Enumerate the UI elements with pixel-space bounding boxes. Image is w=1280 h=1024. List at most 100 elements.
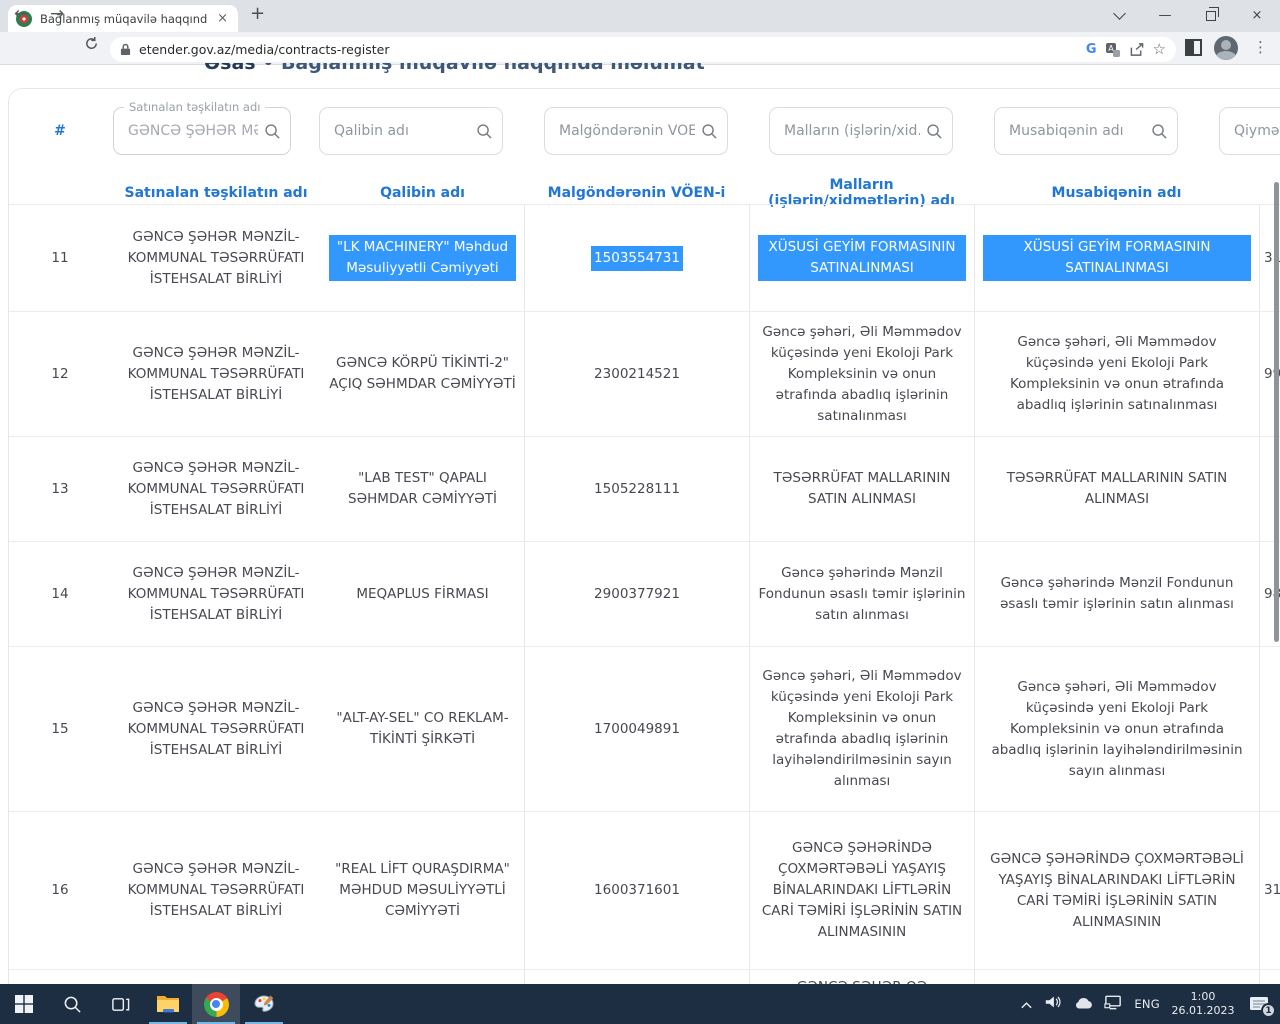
- filter-competition[interactable]: [994, 107, 1178, 155]
- search-icon[interactable]: [701, 123, 718, 144]
- menu-kebab-icon[interactable]: ⋮: [1253, 38, 1268, 56]
- cell-winner: GƏNCƏ KÖRPÜ TİKİNTİ-2" AÇIQ SƏHMDAR CƏMİ…: [321, 312, 524, 436]
- taskbar-chrome[interactable]: [192, 984, 240, 1024]
- browser-tab-strip: Bağlanmış müqavilə haqqında mə × + — ×: [0, 0, 1280, 32]
- cell-competition: Gəncə şəhərində Mənzil Fondunun əsaslı t…: [974, 542, 1259, 646]
- table-row: 15 GƏNCƏ ŞƏHƏR MƏNZİL-KOMMUNAL TƏSƏRRÜFA…: [9, 646, 1280, 811]
- table-row: 12 GƏNCƏ ŞƏHƏR MƏNZİL-KOMMUNAL TƏSƏRRÜFA…: [9, 311, 1280, 436]
- window-controls: — ×: [1096, 0, 1280, 31]
- search-icon[interactable]: [476, 123, 493, 144]
- cell-organization: GƏNCƏ ŞƏHƏR MƏNZİL-KOMMUNAL TƏSƏRRÜFATI …: [111, 812, 321, 969]
- filter-voen[interactable]: [544, 107, 728, 155]
- goods-filter-input[interactable]: [770, 108, 952, 154]
- column-header-winner: Qalibin adı: [321, 185, 524, 201]
- share-icon[interactable]: [1129, 42, 1145, 57]
- volume-icon[interactable]: [1044, 994, 1062, 1014]
- minimize-button[interactable]: —: [1142, 0, 1188, 31]
- search-icon[interactable]: [926, 123, 943, 144]
- taskbar-file-explorer[interactable]: [144, 984, 192, 1024]
- back-icon[interactable]: ←: [14, 4, 28, 24]
- cell-goods: TƏSƏRRÜFAT MALLARININ SATIN ALINMASI: [749, 437, 974, 541]
- cell-competition: GƏNCƏ ŞƏHƏRİNDƏ ÇOXMƏRTƏBƏLİ YAŞAYIŞ BİN…: [974, 812, 1259, 969]
- cell-price: [1259, 647, 1280, 811]
- google-g-icon[interactable]: G: [1086, 42, 1097, 57]
- system-tray: ENG 1:00 26.01.2023 1: [1020, 984, 1280, 1024]
- cell-goods: XÜSUSİ GEYİM FORMASININ SATINALINMASI: [749, 205, 974, 311]
- paint-icon: [252, 992, 276, 1016]
- tab-title: Bağlanmış müqavilə haqqında mə: [40, 12, 207, 26]
- cell-number: 11: [9, 205, 111, 311]
- filter-goods[interactable]: [769, 107, 953, 155]
- address-bar[interactable]: etender.gov.az/media/contracts-register …: [110, 37, 1176, 62]
- column-header-number: #: [9, 107, 111, 155]
- cell-number: 15: [9, 647, 111, 811]
- cell-goods: GƏNCƏ ŞƏHƏRİNDƏ ÇOXMƏRTƏBƏLİ YAŞAYIŞ BİN…: [749, 812, 974, 969]
- cell-voen: 1600371601: [524, 812, 749, 969]
- taskbar-search-button[interactable]: [48, 984, 96, 1024]
- cell-voen: 1700049891: [524, 647, 749, 811]
- cell-organization: GƏNCƏ ŞƏHƏR MƏNZİL-KOMMUNAL TƏSƏRRÜFATI …: [111, 205, 321, 311]
- cell-competition: Gəncə şəhəri, Əli Məmmədov küçəsində yen…: [974, 312, 1259, 436]
- vertical-scrollbar[interactable]: [1274, 182, 1279, 642]
- filter-organization[interactable]: Satınalan təşkilatın adı: [113, 107, 291, 155]
- table-body: 11 GƏNCƏ ŞƏHƏR MƏNZİL-KOMMUNAL TƏSƏRRÜFA…: [9, 204, 1280, 1009]
- filter-winner[interactable]: [319, 107, 503, 155]
- chrome-icon: [204, 992, 229, 1017]
- close-button[interactable]: ×: [1234, 0, 1280, 31]
- cell-winner: "ALT-AY-SEL" CO REKLAM-TİKİNTİ ŞİRKƏTİ: [321, 647, 524, 811]
- cell-winner: "REAL LİFT QURAŞDIRMA" MƏHDUD MƏSULİYYƏT…: [321, 812, 524, 969]
- cell-organization: GƏNCƏ ŞƏHƏR MƏNZİL-KOMMUNAL TƏSƏRRÜFATI …: [111, 437, 321, 541]
- onedrive-cloud-icon[interactable]: [1073, 995, 1093, 1014]
- translate-icon[interactable]: A: [1105, 42, 1121, 58]
- breadcrumb: Əsas • Bağlanmış müqavilə haqqında məlum…: [204, 63, 705, 77]
- task-view-icon: [111, 995, 130, 1014]
- clock-time: 1:00: [1171, 990, 1235, 1004]
- cell-competition: XÜSUSİ GEYİM FORMASININ SATINALINMASI: [974, 205, 1259, 311]
- table-row: 13 GƏNCƏ ŞƏHƏR MƏNZİL-KOMMUNAL TƏSƏRRÜFA…: [9, 436, 1280, 541]
- start-button[interactable]: [0, 984, 48, 1024]
- window-menu-chevron-icon[interactable]: [1096, 0, 1142, 31]
- new-tab-button[interactable]: +: [250, 3, 265, 24]
- reload-icon[interactable]: [84, 36, 99, 56]
- cell-voen: 2900377921: [524, 542, 749, 646]
- search-icon: [63, 995, 82, 1014]
- taskbar-paint[interactable]: [240, 984, 288, 1024]
- price-filter-input[interactable]: [1220, 108, 1280, 154]
- cell-number: 16: [9, 812, 111, 969]
- network-icon[interactable]: [1104, 994, 1123, 1014]
- clock-date: 26.01.2023: [1171, 1004, 1235, 1018]
- browser-tab[interactable]: Bağlanmış müqavilə haqqında mə ×: [8, 5, 238, 32]
- cell-organization: GƏNCƏ ŞƏHƏR MƏNZİL-KOMMUNAL TƏSƏRRÜFATI …: [111, 647, 321, 811]
- url-text[interactable]: etender.gov.az/media/contracts-register: [139, 42, 1078, 57]
- voen-filter-input[interactable]: [545, 108, 727, 154]
- side-panel-icon[interactable]: [1185, 39, 1202, 56]
- windows-logo-icon: [15, 995, 33, 1013]
- clock[interactable]: 1:00 26.01.2023: [1171, 990, 1235, 1018]
- forward-icon[interactable]: →: [50, 4, 64, 24]
- notification-count-badge: 1: [1261, 1003, 1276, 1018]
- filter-price[interactable]: [1219, 107, 1280, 155]
- cell-price: 31: [1259, 812, 1280, 969]
- competition-filter-input[interactable]: [995, 108, 1177, 154]
- breadcrumb-home[interactable]: Əsas: [204, 63, 256, 74]
- cell-competition: Gəncə şəhəri, Əli Məmmədov küçəsində yen…: [974, 647, 1259, 811]
- search-icon[interactable]: [1151, 123, 1168, 144]
- cell-goods: Gəncə şəhəri, Əli Məmmədov küçəsində yen…: [749, 647, 974, 811]
- table-row: 16 GƏNCƏ ŞƏHƏR MƏNZİL-KOMMUNAL TƏSƏRRÜFA…: [9, 811, 1280, 969]
- bookmark-star-icon[interactable]: ☆: [1153, 42, 1166, 57]
- profile-avatar[interactable]: [1214, 36, 1238, 60]
- task-view-button[interactable]: [96, 984, 144, 1024]
- restore-button[interactable]: [1188, 0, 1234, 31]
- tab-close-icon[interactable]: ×: [215, 12, 230, 25]
- language-indicator[interactable]: ENG: [1134, 997, 1160, 1011]
- cell-winner: "LAB TEST" QAPALI SƏHMDAR CƏMİYYƏTİ: [321, 437, 524, 541]
- notification-center-button[interactable]: 1: [1246, 992, 1272, 1016]
- table-row: 11 GƏNCƏ ŞƏHƏR MƏNZİL-KOMMUNAL TƏSƏRRÜFA…: [9, 204, 1280, 311]
- cell-voen: 1505228111: [524, 437, 749, 541]
- search-icon[interactable]: [264, 123, 281, 144]
- winner-filter-input[interactable]: [320, 108, 502, 154]
- tray-chevron-up-icon[interactable]: [1020, 995, 1033, 1014]
- file-explorer-icon: [156, 994, 180, 1014]
- ssl-lock-icon[interactable]: [120, 43, 131, 56]
- cell-number: 12: [9, 312, 111, 436]
